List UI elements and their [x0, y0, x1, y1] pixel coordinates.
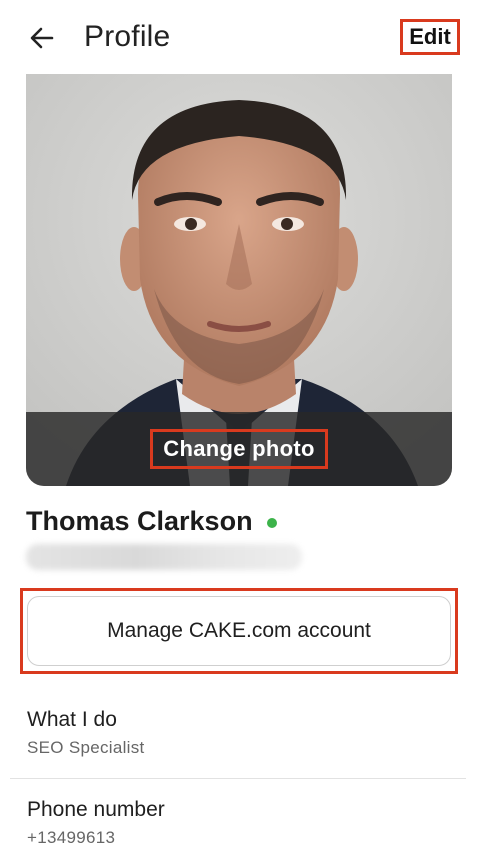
field-value: +13499613 [27, 828, 116, 847]
change-photo-bar: Change photo [26, 412, 452, 486]
field-phone-number: Phone number +13499613 [27, 798, 165, 848]
header: Profile Edit [0, 0, 496, 76]
page-title: Profile [84, 20, 171, 53]
online-status-dot [266, 517, 277, 528]
field-label: Phone number [27, 798, 165, 821]
name-row: Thomas Clarkson [26, 506, 277, 537]
field-label: What I do [27, 708, 117, 731]
field-value: SEO Specialist [27, 738, 145, 757]
edit-button[interactable]: Edit [400, 19, 460, 55]
profile-photo: Change photo [26, 74, 452, 486]
divider [10, 778, 466, 779]
back-button[interactable] [28, 24, 56, 52]
email-redacted [26, 544, 302, 570]
manage-account-button[interactable]: Manage CAKE.com account [27, 596, 451, 666]
user-name: Thomas Clarkson [26, 506, 253, 536]
field-what-i-do: What I do SEO Specialist [27, 708, 145, 758]
change-photo-button[interactable]: Change photo [150, 429, 328, 469]
arrow-left-icon [30, 27, 54, 49]
